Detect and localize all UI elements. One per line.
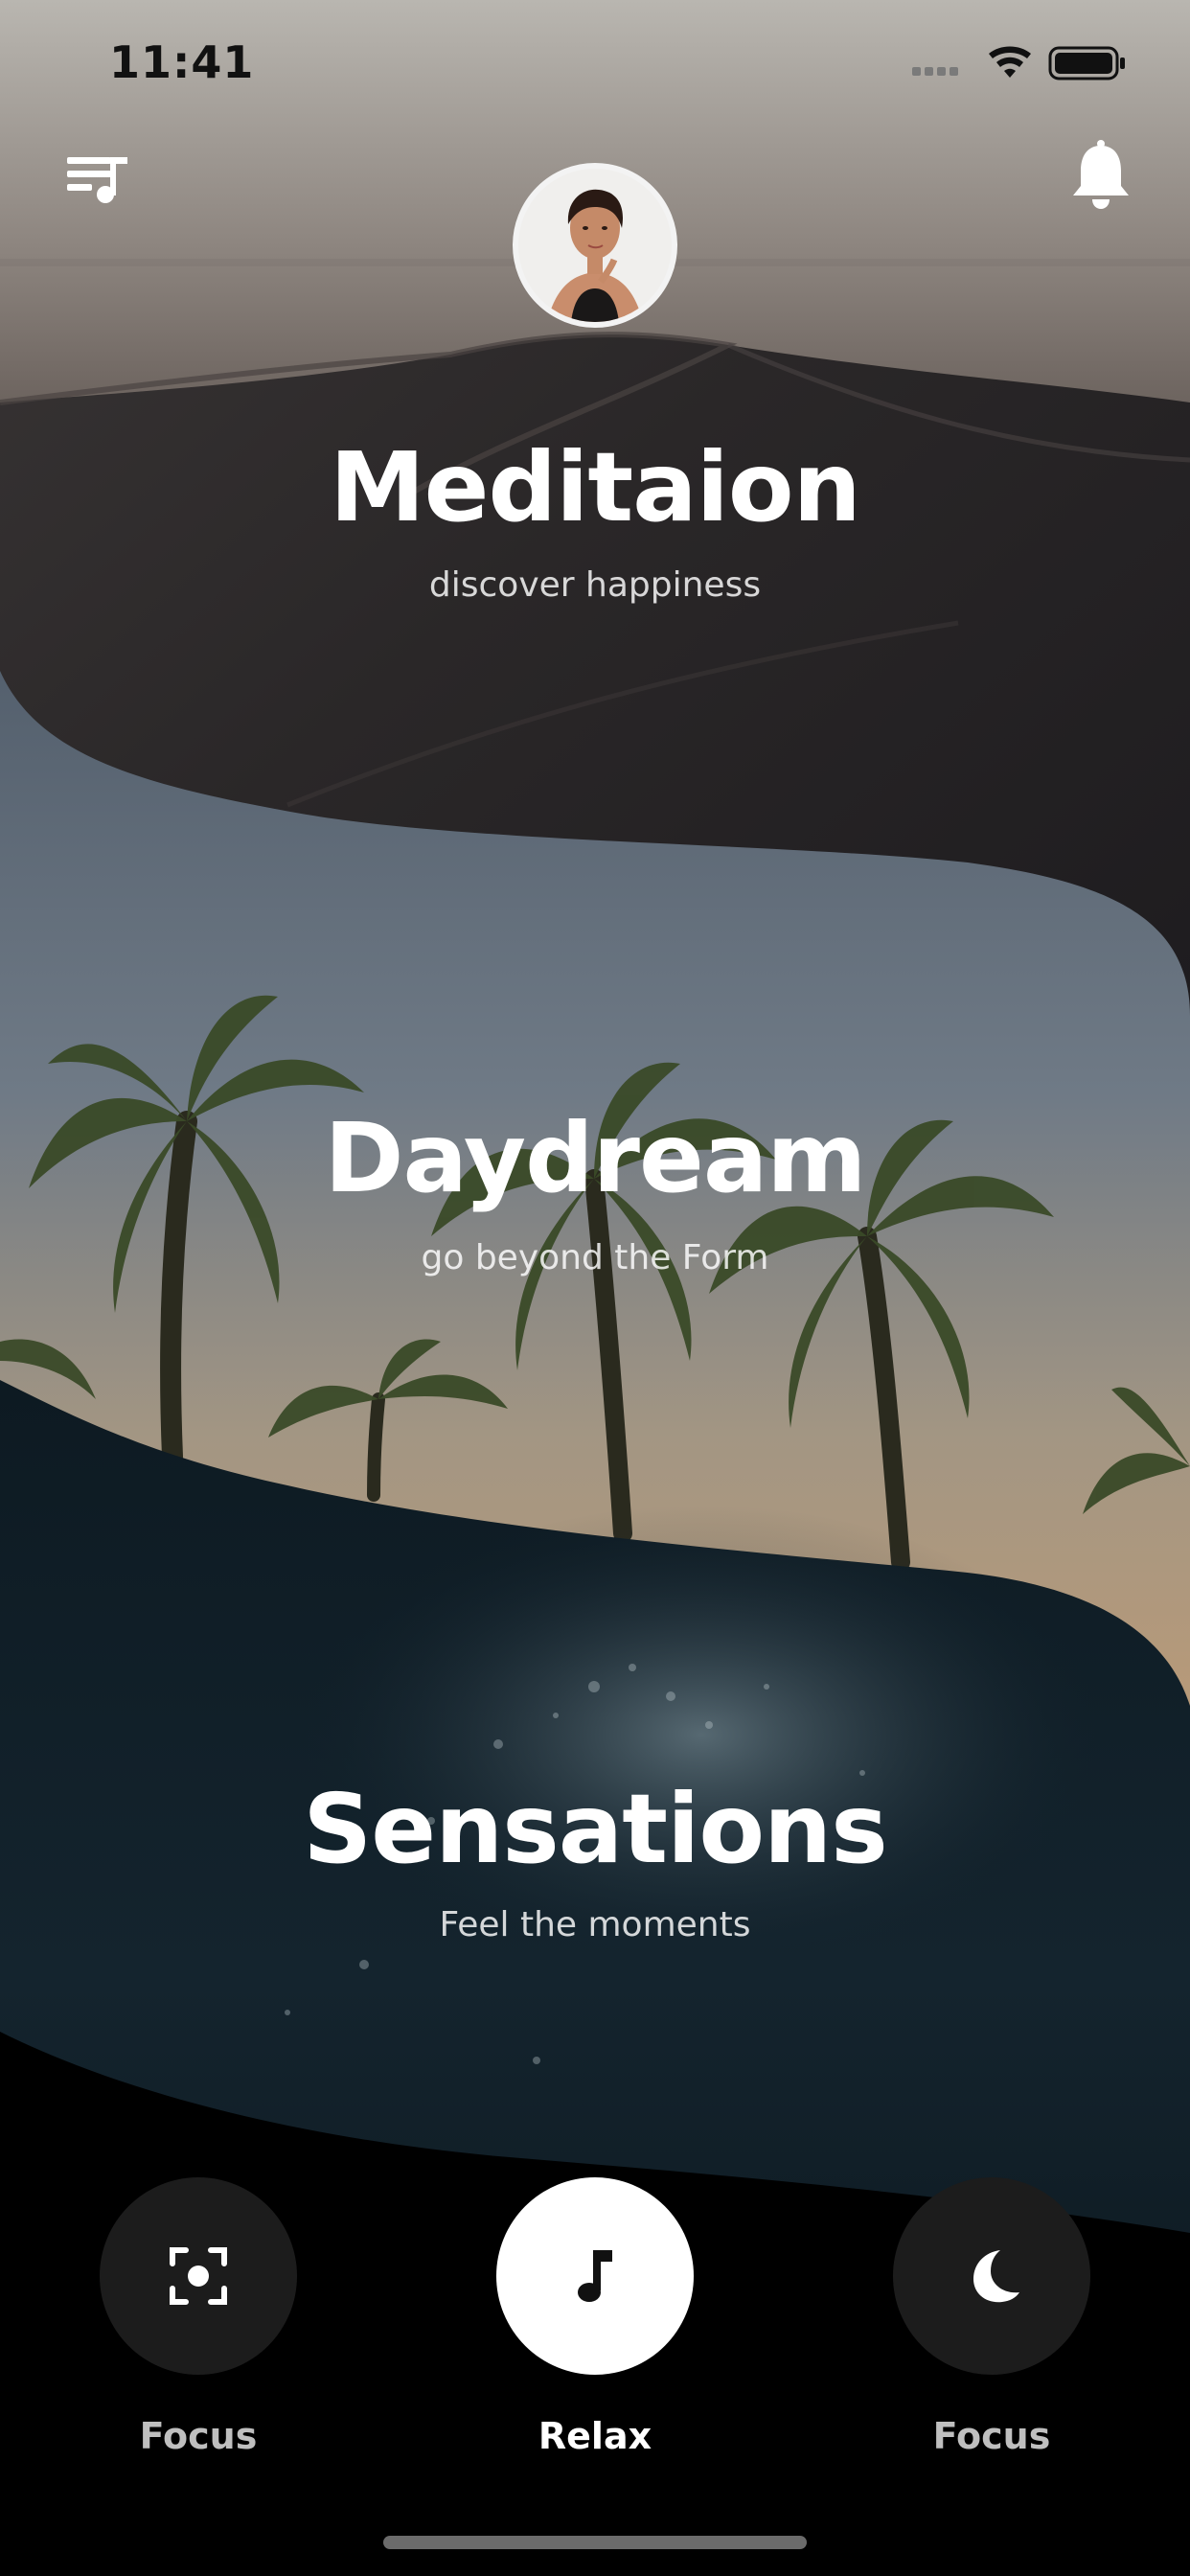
section-title-daydream[interactable]: Daydream — [0, 1102, 1190, 1214]
section-subtitle-meditation: discover happiness — [428, 565, 762, 605]
nav-label-relax[interactable]: Relax — [496, 2415, 694, 2457]
moon-icon — [973, 2250, 1019, 2303]
music-note-icon — [578, 2250, 612, 2302]
focus-scan-icon — [170, 2247, 227, 2305]
section-subtitle-daydream: go beyond the Form — [421, 1238, 769, 1277]
bell-icon[interactable] — [1058, 132, 1144, 218]
nav-label-focus[interactable]: Focus — [100, 2415, 297, 2457]
nav-label-focus-2[interactable]: Focus — [893, 2415, 1090, 2457]
nav-focus-button[interactable] — [100, 2177, 297, 2375]
playlist-music-icon[interactable] — [54, 134, 140, 220]
section-subtitle-sensations: Feel the moments — [439, 1905, 751, 1944]
user-avatar[interactable] — [513, 163, 677, 328]
section-title-meditation[interactable]: Meditaion — [0, 431, 1190, 543]
app-screen: 11:41 Meditaion discover happiness Daydr… — [0, 0, 1190, 2576]
nav-sleep-button[interactable] — [893, 2177, 1090, 2375]
avatar-portrait-icon — [518, 169, 672, 322]
wifi-icon — [989, 46, 1031, 78]
nav-relax-button[interactable] — [496, 2177, 694, 2375]
status-bar: 11:41 — [0, 0, 1190, 134]
status-time: 11:41 — [109, 36, 255, 88]
signal-icon — [912, 67, 958, 76]
battery-icon — [1048, 46, 1125, 80]
section-title-sensations[interactable]: Sensations — [0, 1773, 1190, 1885]
status-icons — [912, 46, 1125, 80]
home-indicator[interactable] — [383, 2536, 807, 2549]
